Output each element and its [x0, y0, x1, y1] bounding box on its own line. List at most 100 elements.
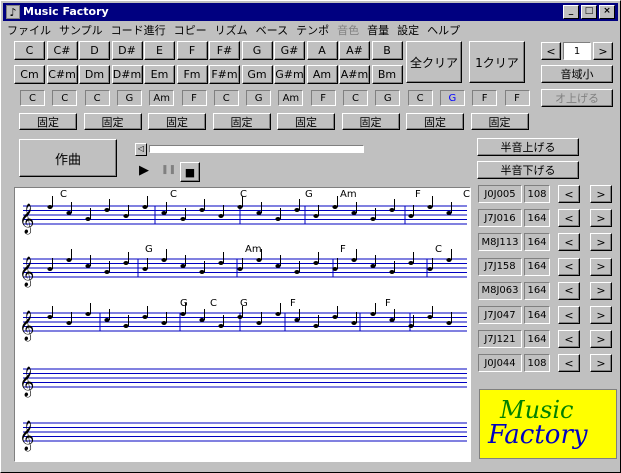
score-chord-label: C — [210, 298, 217, 309]
progression-slot[interactable]: F — [504, 90, 530, 106]
fix-button[interactable]: 固定 — [212, 113, 271, 130]
chord-button[interactable]: D# — [111, 41, 143, 60]
menu-item[interactable]: 音色 — [333, 22, 363, 40]
pattern-next-button[interactable]: > — [590, 209, 612, 228]
chord-button[interactable]: F — [176, 41, 208, 60]
progression-slot[interactable]: C — [213, 90, 239, 106]
semitone-down-button[interactable]: 半音下げる — [477, 161, 579, 179]
score-view[interactable]: 𝄞 𝄞 𝄞 𝄞 𝄞 C C C G Am F C G Am F C G C G F F — [14, 187, 471, 462]
progression-slot[interactable]: Am — [149, 90, 175, 106]
menu-item[interactable]: 音量 — [363, 22, 393, 40]
chord-button[interactable]: C — [14, 41, 45, 60]
pattern-next-button[interactable]: > — [590, 185, 612, 203]
pattern-prev-button[interactable]: < — [558, 233, 580, 252]
menu-item[interactable]: サンプル — [55, 22, 107, 40]
clear-all-button[interactable]: 全クリア — [406, 41, 462, 83]
range-down-button[interactable]: 音域小 — [541, 65, 613, 83]
pattern-next-button[interactable]: > — [590, 354, 612, 373]
maximize-button[interactable]: □ — [581, 5, 597, 19]
menu-item[interactable]: ヘルプ — [423, 22, 464, 40]
pattern-prev-button[interactable]: < — [558, 330, 580, 349]
progression-slot[interactable]: C — [343, 90, 368, 106]
menu-item[interactable]: コピー — [170, 22, 211, 40]
fix-button[interactable]: 固定 — [148, 113, 206, 130]
pattern-prev-button[interactable]: < — [558, 257, 580, 276]
chord-button[interactable]: A — [306, 41, 338, 60]
clear-one-button[interactable]: 1クリア — [469, 41, 525, 83]
progression-slot[interactable]: G — [246, 90, 272, 106]
play-button[interactable]: ▶ — [139, 163, 149, 178]
progression-slot[interactable]: F — [310, 90, 336, 106]
progression-slot[interactable]: C — [20, 90, 45, 106]
minimize-button[interactable]: _ — [563, 5, 579, 19]
music-note-icon[interactable]: ♪ — [6, 5, 20, 19]
chord-button[interactable]: Gm — [241, 65, 273, 84]
menu-item[interactable]: ファイル — [3, 22, 55, 40]
pattern-next-button[interactable]: > — [590, 257, 612, 276]
pattern-prev-button[interactable]: < — [558, 354, 580, 373]
progression-slot[interactable]: G — [375, 90, 401, 106]
pause-button[interactable]: ❚❚ — [161, 165, 176, 175]
chord-button[interactable]: G#m — [274, 65, 305, 84]
menu-item[interactable]: リズム — [211, 22, 252, 40]
fix-button[interactable]: 固定 — [83, 113, 142, 130]
chord-button[interactable]: C#m — [46, 65, 78, 84]
fix-button[interactable]: 固定 — [341, 113, 400, 130]
note-head — [446, 258, 452, 262]
chord-button[interactable]: D — [79, 41, 110, 60]
fix-button[interactable]: 固定 — [470, 113, 529, 130]
page-prev-button[interactable]: < — [541, 42, 561, 60]
chord-button[interactable]: Am — [306, 65, 338, 84]
chord-button[interactable]: Em — [144, 65, 175, 84]
semitone-up-button[interactable]: 半音上げる — [477, 138, 579, 156]
chord-button[interactable]: Bm — [371, 65, 403, 84]
note-head — [104, 208, 110, 212]
pattern-next-button[interactable]: > — [590, 281, 612, 300]
progression-slot[interactable]: C — [52, 90, 78, 106]
chord-button[interactable]: E — [144, 41, 175, 60]
chord-button[interactable]: G — [241, 41, 273, 60]
chord-button[interactable]: B — [371, 41, 403, 60]
menu-bar: ファイル サンプル コード進行 コピー リズム ベース テンポ 音色 音量 設定 ヘルプ — [3, 22, 618, 40]
menu-item[interactable]: テンポ — [292, 22, 333, 40]
chord-button[interactable]: A# — [339, 41, 370, 60]
chord-button[interactable]: D#m — [111, 65, 143, 84]
chord-button[interactable]: F# — [209, 41, 240, 60]
chord-button[interactable]: F#m — [209, 65, 240, 84]
progression-slot[interactable]: C — [407, 90, 433, 106]
menu-item[interactable]: 設定 — [393, 22, 423, 40]
fix-button[interactable]: 固定 — [19, 113, 77, 130]
menu-item[interactable]: ベース — [252, 22, 292, 40]
chord-button[interactable]: G# — [274, 41, 305, 60]
progression-slot[interactable]: G — [439, 90, 465, 106]
stop-button[interactable]: ■ — [180, 162, 200, 182]
pattern-next-button[interactable]: > — [590, 233, 612, 252]
pattern-prev-button[interactable]: < — [558, 209, 580, 228]
progression-slot[interactable]: C — [84, 90, 110, 106]
menu-item[interactable]: コード進行 — [107, 22, 170, 40]
fix-button[interactable]: 固定 — [277, 113, 335, 130]
chord-button[interactable]: C# — [46, 41, 78, 60]
progression-slot[interactable]: Am — [278, 90, 304, 106]
progression-slot[interactable]: F — [472, 90, 498, 106]
chord-button[interactable]: Fm — [176, 65, 208, 84]
pattern-next-button[interactable]: > — [590, 306, 612, 324]
chord-button[interactable]: Cm — [14, 65, 45, 84]
page-next-button[interactable]: > — [593, 42, 613, 60]
position-slider[interactable] — [149, 145, 364, 153]
chord-button[interactable]: Dm — [79, 65, 110, 84]
page-number-field[interactable]: 1 — [563, 42, 591, 60]
pattern-prev-button[interactable]: < — [558, 185, 580, 203]
fix-button[interactable]: 固定 — [406, 113, 464, 130]
chord-button[interactable]: A#m — [339, 65, 370, 84]
pattern-next-button[interactable]: > — [590, 330, 612, 349]
compose-button[interactable]: 作曲 — [19, 139, 117, 177]
progression-slot[interactable]: G — [116, 90, 142, 106]
position-slider-thumb[interactable]: ◁ — [135, 143, 147, 156]
progression-slot[interactable]: F — [181, 90, 207, 106]
pattern-prev-button[interactable]: < — [558, 281, 580, 300]
title-bar[interactable]: ♪ Music Factory _ □ × — [3, 3, 618, 21]
pattern-prev-button[interactable]: < — [558, 306, 580, 324]
close-button[interactable]: × — [599, 5, 615, 19]
raise-button[interactable]: オ上げる — [541, 89, 613, 107]
